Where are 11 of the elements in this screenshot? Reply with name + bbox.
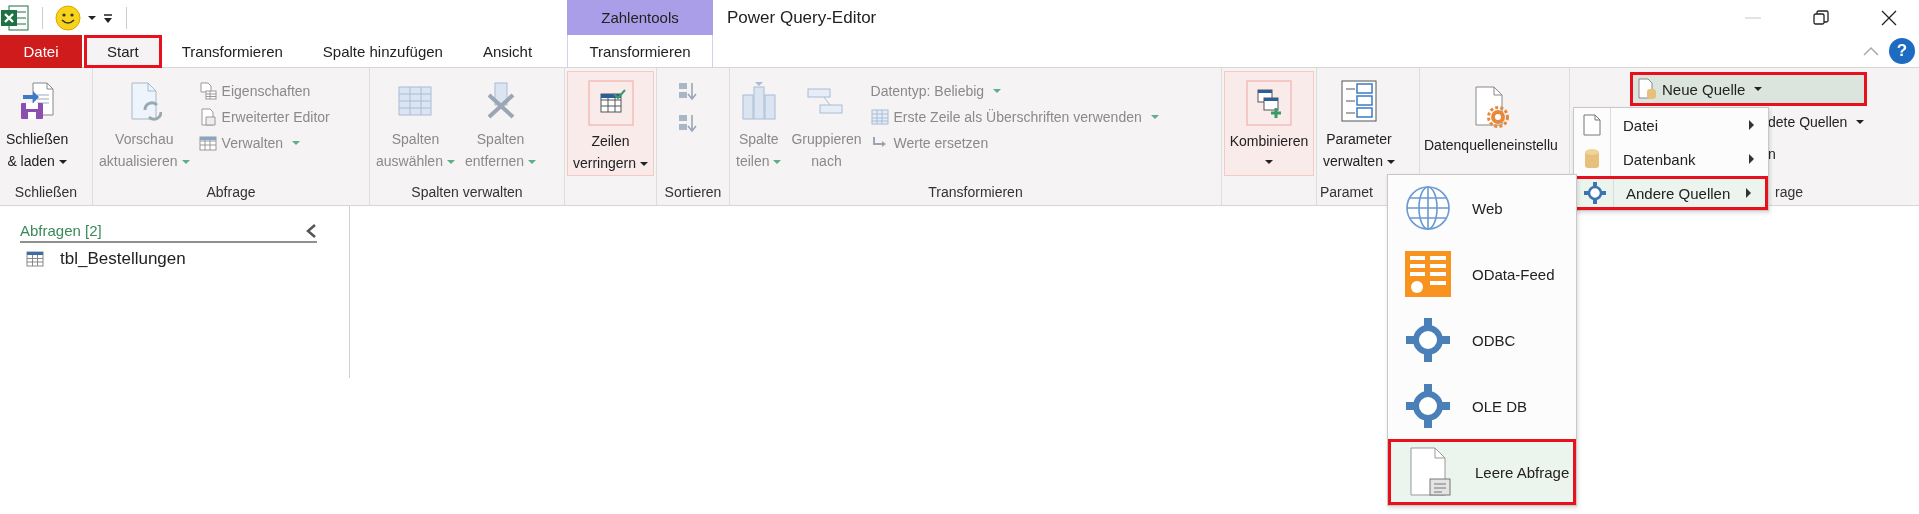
group-label: Paramet (1320, 184, 1373, 200)
contextual-header: Zahlentools (567, 0, 713, 35)
query-name: tbl_Bestellungen (60, 249, 186, 269)
group-label: Sortieren (664, 184, 722, 200)
group-label: rage (1775, 184, 1804, 200)
group-label: Transformieren (928, 184, 1023, 200)
group-label: Abfrage (206, 184, 256, 200)
group-label: Schließen (14, 184, 78, 200)
group-label: Spalten verwalten (411, 184, 523, 200)
window-title: Power Query-Editor (726, 6, 878, 29)
pane-header: Abfragen [2] (20, 222, 102, 239)
